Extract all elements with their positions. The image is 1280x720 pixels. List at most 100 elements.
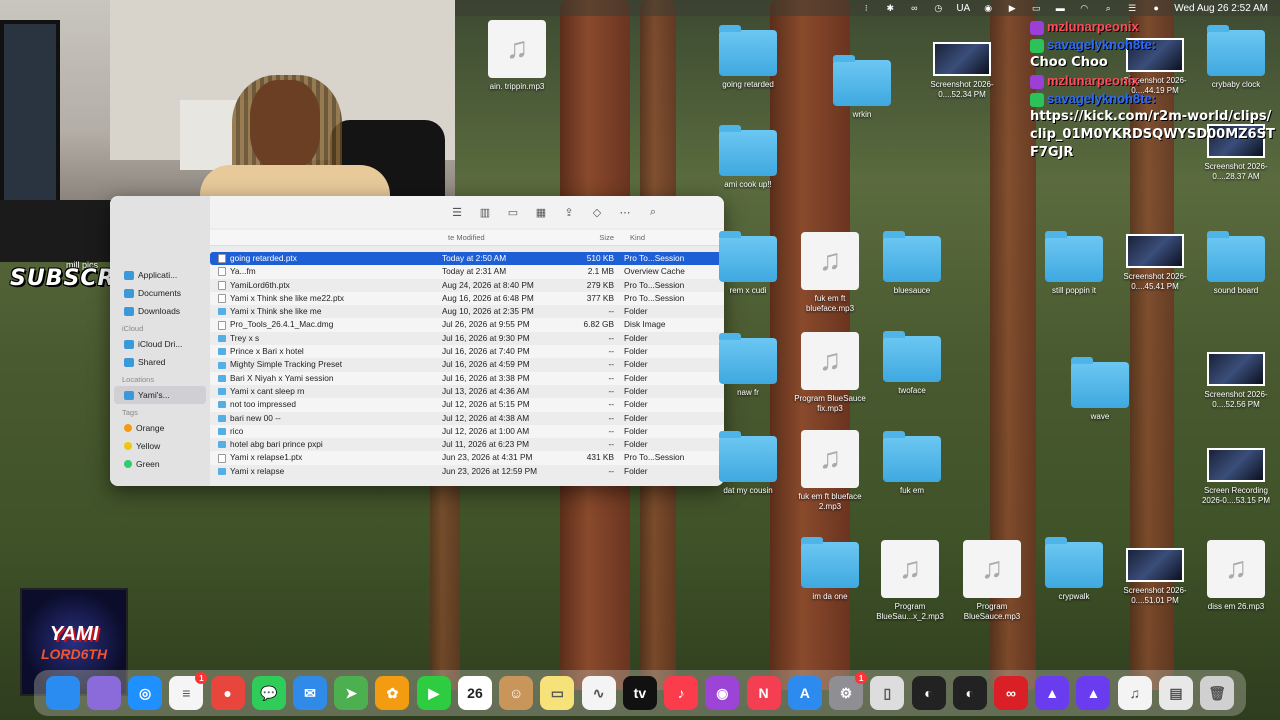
file-row[interactable]: Trey x s Jul 16, 2026 at 9:30 PM -- Folder [210, 332, 724, 345]
gallery-view-icon[interactable]: ▭ [506, 206, 520, 219]
photos-icon[interactable]: ✿ [375, 676, 410, 710]
input-source[interactable]: UA [956, 3, 970, 14]
file-row[interactable]: going retarded.ptx Today at 2:50 AM 510 KB… [210, 252, 724, 266]
desktop-item[interactable]: naw fr [708, 333, 788, 398]
desktop-item[interactable]: wrkin [822, 55, 902, 120]
column-view-icon[interactable]: ▥ [478, 206, 492, 219]
file-row[interactable]: Yami x cant sleep rn Jul 13, 2026 at 4:36… [210, 385, 724, 398]
file-row[interactable]: Yami x Think she like me22.ptx Aug 16, 20… [210, 291, 724, 306]
account-icon[interactable]: ◉ [982, 3, 994, 13]
file-row[interactable]: YamiLord6th.ptx Aug 24, 2026 at 8:40 PM 27… [210, 279, 724, 292]
desktop-item[interactable]: Screen Recording 2026-0....53.15 PM [1196, 448, 1276, 506]
music-icon[interactable]: ♪ [664, 676, 699, 710]
desktop-item[interactable]: still poppin it [1034, 231, 1114, 296]
news-icon[interactable]: N [746, 676, 781, 710]
sidebar-tag[interactable]: Yellow [110, 437, 210, 455]
file-row[interactable]: Yami x relapse1.ptx Jun 23, 2026 at 4:31 … [210, 451, 724, 465]
file-row[interactable]: bari new 00 -- Jul 12, 2026 at 4:38 AM -- F… [210, 412, 724, 425]
desktop-item[interactable]: twoface [872, 331, 952, 396]
safari-icon[interactable]: ◎ [128, 676, 163, 710]
control-center-icon[interactable]: ☰ [1126, 3, 1138, 13]
file-row[interactable]: Yami x relapse Jun 23, 2026 at 12:59 PM --… [210, 465, 724, 478]
messages-icon[interactable]: 💬 [251, 676, 286, 710]
protools-icon[interactable]: ◐ [911, 676, 946, 710]
downloads-icon[interactable]: ▤ [1158, 676, 1193, 710]
finder-icon[interactable] [45, 676, 80, 710]
sidebar-tag[interactable]: Green [110, 455, 210, 473]
desktop-item[interactable]: im da one [790, 537, 870, 602]
calendar-icon[interactable]: 26 [457, 676, 492, 710]
podcasts-icon[interactable]: ◉ [705, 676, 740, 710]
sidebar-tag[interactable]: Orange [110, 419, 210, 437]
arc2-icon[interactable]: ▲ [1076, 676, 1111, 710]
iphone-mirroring-icon[interactable]: ▯ [870, 676, 905, 710]
wifi-icon[interactable]: ◠ [1078, 3, 1090, 13]
column-size[interactable]: Size [562, 230, 624, 245]
desktop-item[interactable]: ♫ Program BlueSau...x_2.mp3 [870, 540, 950, 622]
trash-icon[interactable]: 🗑 [1200, 676, 1235, 710]
more-icon[interactable]: ⋯ [618, 206, 632, 219]
column-date-modified[interactable]: te Modified [442, 230, 562, 245]
sidebar-icloud-item[interactable]: iCloud Dri... [110, 335, 210, 353]
time-machine-icon[interactable]: ◷ [932, 3, 944, 13]
tag-icon[interactable]: ◇ [590, 206, 604, 219]
desktop-item[interactable]: rem x cudi [708, 231, 788, 296]
file-row[interactable]: Mighty Simple Tracking Preset Jul 16, 202… [210, 358, 724, 371]
desktop-item[interactable]: Screenshot 2026-0....52.56 PM [1196, 352, 1276, 410]
file-row[interactable]: Pro_Tools_26.4.1_Mac.dmg Jul 26, 2026 at … [210, 318, 724, 332]
column-name[interactable] [210, 230, 442, 245]
file-row[interactable]: not too impressed Jul 12, 2026 at 5:15 PM… [210, 398, 724, 412]
share-icon[interactable]: ⇪ [562, 206, 576, 219]
desktop-item[interactable]: wave [1060, 357, 1140, 422]
desktop-item[interactable]: Screenshot 2026-0....45.41 PM [1115, 234, 1195, 292]
desktop-item[interactable]: dat my cousin [708, 431, 788, 496]
desktop-item[interactable]: going retarded [708, 25, 788, 90]
maps-icon[interactable]: ➤ [334, 676, 369, 710]
search-icon[interactable]: ⌕ [646, 206, 660, 219]
facetime-icon[interactable]: ▶ [416, 676, 451, 710]
notes-icon[interactable]: ▭ [540, 676, 575, 710]
settings-icon[interactable]: ⚙ 1 [829, 672, 868, 710]
desktop-item[interactable]: ami cook up!! [708, 125, 788, 190]
chrome-icon[interactable]: ● [210, 676, 245, 710]
file-row[interactable]: Bari X Niyah x Yami session Jul 16, 2026 … [210, 371, 724, 385]
sidebar-item[interactable]: Applicati... [110, 266, 210, 284]
list-view-icon[interactable]: ☰ [450, 206, 464, 219]
mail-icon[interactable]: ✉ [293, 676, 328, 710]
desktop-item[interactable]: ♫ fuk em ft blueface.mp3 [790, 232, 870, 314]
file-row[interactable]: hotel abg bari prince pxpi Jul 11, 2026 a… [210, 438, 724, 451]
grid-icon[interactable]: ⁝ [860, 3, 872, 13]
search-icon[interactable]: ⌕ [1102, 3, 1114, 13]
audio-file-icon[interactable]: ♫ [1117, 676, 1152, 710]
file-row[interactable]: Prince x Bari x hotel Jul 16, 2026 at 7:4… [210, 345, 724, 359]
desktop-item[interactable]: ♫ Program BlueSauce.mp3 [952, 540, 1032, 622]
creative-cloud-icon[interactable]: ∞ [908, 3, 920, 13]
desktop-item[interactable]: bluesauce [872, 231, 952, 296]
battery-icon[interactable]: ▬ [1054, 3, 1066, 13]
menubar-clock[interactable]: Wed Aug 26 2:52 AM [1174, 3, 1268, 14]
desktop-item[interactable]: Screenshot 2026-0....51.01 PM [1115, 548, 1195, 606]
appstore-icon[interactable]: A [787, 676, 822, 710]
desktop-item[interactable]: sound board [1196, 231, 1276, 296]
launchpad-icon[interactable] [86, 676, 121, 710]
sidebar-item[interactable]: Downloads [110, 302, 210, 320]
play-icon[interactable]: ▶ [1006, 3, 1018, 13]
sidebar-icloud-item[interactable]: Shared [110, 353, 210, 371]
file-row[interactable]: rico Jul 12, 2026 at 1:00 AM -- Folder [210, 424, 724, 439]
desktop-item[interactable]: ♫ ain. trippin.mp3 [477, 20, 557, 92]
sidebar-item[interactable]: Documents [110, 284, 210, 302]
desktop-item[interactable]: crypwalk [1034, 537, 1114, 602]
desktop-item[interactable]: fuk em [872, 431, 952, 496]
finder-window[interactable]: Applicati... Documents Downloads iCloud iC… [110, 196, 724, 486]
file-row[interactable]: Ya...fm Today at 2:31 AM 2.1 MB Overview Ca… [210, 265, 724, 279]
contacts-icon[interactable]: ☺ [499, 676, 534, 710]
desktop-item[interactable]: ♫ fuk em ft blueface 2.mp3 [790, 430, 870, 512]
arc1-icon[interactable]: ▲ [1035, 676, 1070, 710]
group-icon[interactable]: ▦ [534, 206, 548, 219]
bluetooth-icon[interactable]: ✱ [884, 3, 896, 13]
desktop-item[interactable]: Screenshot 2026-0....52.34 PM [922, 42, 1002, 100]
sidebar-location-item[interactable]: Yami's... [114, 386, 206, 404]
desktop-item[interactable]: ♫ diss em 26.mp3 [1196, 540, 1276, 612]
reminders-icon[interactable]: ≡ 1 [169, 672, 208, 710]
screen-mirroring-icon[interactable]: ▭ [1030, 3, 1042, 13]
